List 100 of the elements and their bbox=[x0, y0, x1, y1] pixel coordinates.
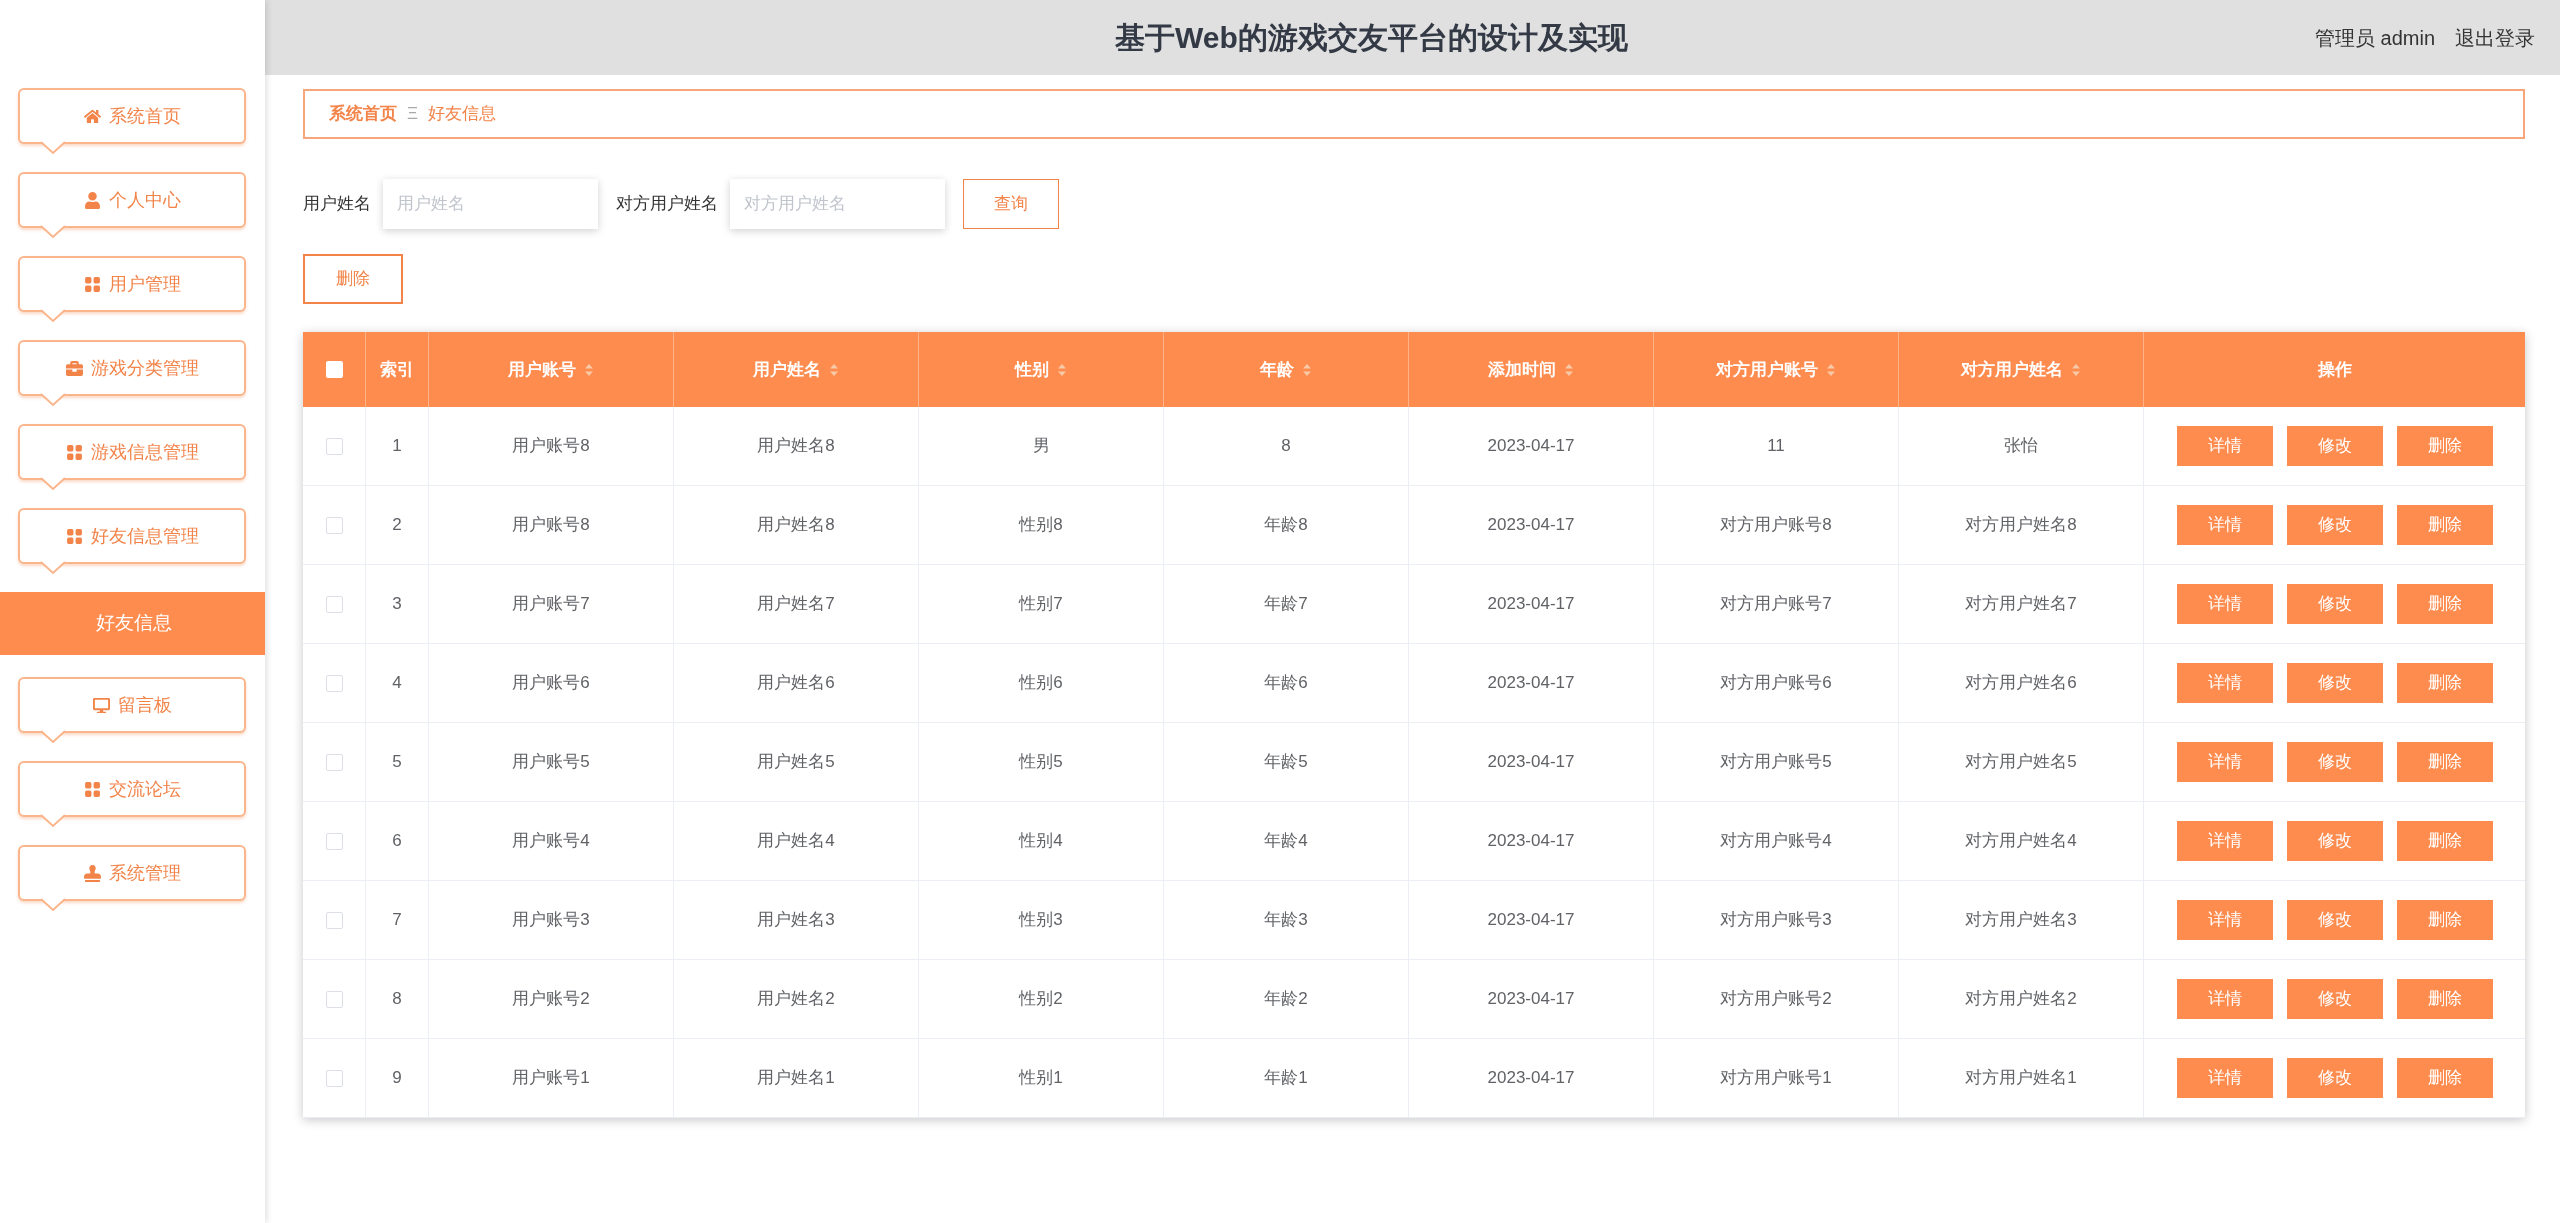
speech-tail-icon bbox=[40, 393, 66, 407]
action-button[interactable]: 删除 bbox=[2396, 821, 2493, 861]
sidebar-item[interactable]: 好友信息管理 bbox=[18, 508, 246, 564]
grid-icon bbox=[65, 443, 83, 461]
table-cell-text: 用户姓名2 bbox=[757, 988, 835, 1011]
sidebar-item[interactable]: 系统首页 bbox=[18, 88, 246, 144]
action-button[interactable]: 修改 bbox=[2286, 979, 2383, 1019]
action-button[interactable]: 详情 bbox=[2176, 584, 2273, 624]
speech-tail-icon bbox=[40, 814, 66, 828]
column-header: 用户账号 bbox=[508, 358, 576, 381]
monitor-icon bbox=[92, 696, 110, 714]
sort-icon[interactable] bbox=[1302, 362, 1312, 377]
action-button[interactable]: 删除 bbox=[2396, 505, 2493, 545]
breadcrumb-link[interactable]: 系统首页 bbox=[329, 101, 397, 127]
row-checkbox[interactable] bbox=[325, 1069, 343, 1087]
action-button[interactable]: 删除 bbox=[2396, 742, 2493, 782]
grid-icon bbox=[83, 275, 101, 293]
table-cell-text: 用户姓名7 bbox=[757, 593, 835, 616]
search-button[interactable]: 查询 bbox=[963, 179, 1059, 229]
speech-tail-icon bbox=[40, 309, 66, 323]
table-cell-text: 6 bbox=[392, 830, 402, 853]
table-cell-text: 对方用户账号4 bbox=[1720, 830, 1832, 853]
action-button[interactable]: 详情 bbox=[2176, 426, 2273, 466]
action-button[interactable]: 修改 bbox=[2286, 900, 2383, 940]
sidebar-item[interactable]: 用户管理 bbox=[18, 256, 246, 312]
table-cell-text: 用户账号7 bbox=[512, 593, 590, 616]
sidebar-item[interactable]: 系统管理 bbox=[18, 845, 246, 901]
sidebar-item[interactable]: 交流论坛 bbox=[18, 761, 246, 817]
sort-icon[interactable] bbox=[1826, 362, 1836, 377]
table-cell-text: 年龄8 bbox=[1264, 514, 1308, 537]
table-cell-text: 对方用户姓名5 bbox=[1965, 751, 2077, 774]
action-button[interactable]: 详情 bbox=[2176, 821, 2273, 861]
briefcase-icon bbox=[65, 359, 83, 377]
table-cell-text: 用户账号4 bbox=[512, 830, 590, 853]
table-cell-text: 2023-04-17 bbox=[1487, 593, 1575, 616]
table-cell-text: 对方用户账号1 bbox=[1720, 1067, 1832, 1090]
row-checkbox[interactable] bbox=[325, 990, 343, 1008]
action-button[interactable]: 详情 bbox=[2176, 505, 2273, 545]
action-button[interactable]: 详情 bbox=[2176, 742, 2273, 782]
search-field[interactable]: 用户姓名 bbox=[383, 179, 598, 229]
table-cell-text: 2023-04-17 bbox=[1487, 909, 1575, 932]
column-header: 索引 bbox=[380, 358, 414, 381]
action-button[interactable]: 删除 bbox=[2396, 900, 2493, 940]
action-button[interactable]: 详情 bbox=[2176, 1058, 2273, 1098]
sidebar-item[interactable]: 游戏分类管理 bbox=[18, 340, 246, 396]
user-icon bbox=[83, 191, 101, 209]
select-all-checkbox[interactable] bbox=[325, 361, 343, 378]
action-button[interactable]: 修改 bbox=[2286, 821, 2383, 861]
table-cell-text: 年龄4 bbox=[1264, 830, 1308, 853]
sidebar-subitem[interactable]: 好友信息 bbox=[0, 592, 265, 655]
table-cell-text: 对方用户账号3 bbox=[1720, 909, 1832, 932]
row-checkbox[interactable] bbox=[325, 911, 343, 929]
table-cell-text: 用户姓名3 bbox=[757, 909, 835, 932]
action-button[interactable]: 详情 bbox=[2176, 663, 2273, 703]
table-cell-text: 对方用户账号8 bbox=[1720, 514, 1832, 537]
table-cell-text: 7 bbox=[392, 909, 402, 932]
row-checkbox[interactable] bbox=[325, 753, 343, 771]
action-button[interactable]: 删除 bbox=[2396, 1058, 2493, 1098]
sidebar-item[interactable]: 留言板 bbox=[18, 677, 246, 733]
grid-icon bbox=[65, 527, 83, 545]
action-button[interactable]: 修改 bbox=[2286, 426, 2383, 466]
action-button[interactable]: 删除 bbox=[2396, 663, 2493, 703]
action-button[interactable]: 详情 bbox=[2176, 979, 2273, 1019]
action-button[interactable]: 修改 bbox=[2286, 663, 2383, 703]
action-button[interactable]: 修改 bbox=[2286, 584, 2383, 624]
speech-tail-icon bbox=[40, 561, 66, 575]
search-field[interactable]: 对方用户姓名 bbox=[730, 179, 945, 229]
sort-icon[interactable] bbox=[1564, 362, 1574, 377]
sidebar-item[interactable]: 个人中心 bbox=[18, 172, 246, 228]
table-cell-text: 用户账号3 bbox=[512, 909, 590, 932]
logout-link[interactable]: 退出登录 bbox=[2455, 22, 2535, 53]
table-cell-text: 对方用户账号2 bbox=[1720, 988, 1832, 1011]
row-checkbox[interactable] bbox=[325, 832, 343, 850]
sort-icon[interactable] bbox=[2071, 362, 2081, 377]
action-button[interactable]: 删除 bbox=[2396, 426, 2493, 466]
table-cell-text: 用户账号5 bbox=[512, 751, 590, 774]
sidebar-item[interactable]: 游戏信息管理 bbox=[18, 424, 246, 480]
table-cell-text: 用户姓名6 bbox=[757, 672, 835, 695]
row-checkbox[interactable] bbox=[325, 674, 343, 692]
action-button[interactable]: 修改 bbox=[2286, 505, 2383, 545]
row-checkbox[interactable] bbox=[325, 516, 343, 534]
row-checkbox[interactable] bbox=[325, 595, 343, 613]
table-cell-text: 性别3 bbox=[1019, 909, 1063, 932]
sort-icon[interactable] bbox=[829, 362, 839, 377]
action-button[interactable]: 删除 bbox=[2396, 584, 2493, 624]
table-cell-text: 5 bbox=[392, 751, 402, 774]
action-button[interactable]: 修改 bbox=[2286, 1058, 2383, 1098]
table-cell-text: 对方用户姓名1 bbox=[1965, 1067, 2077, 1090]
speech-tail-icon bbox=[40, 141, 66, 155]
row-checkbox[interactable] bbox=[325, 437, 343, 455]
speech-tail-icon bbox=[40, 898, 66, 912]
table-cell-text: 年龄2 bbox=[1264, 988, 1308, 1011]
table-cell-text: 2023-04-17 bbox=[1487, 988, 1575, 1011]
action-button[interactable]: 删除 bbox=[2396, 979, 2493, 1019]
sort-icon[interactable] bbox=[584, 362, 594, 377]
delete-button[interactable]: 删除 bbox=[303, 254, 403, 304]
table-cell-text: 用户姓名1 bbox=[757, 1067, 835, 1090]
action-button[interactable]: 修改 bbox=[2286, 742, 2383, 782]
sort-icon[interactable] bbox=[1057, 362, 1067, 377]
action-button[interactable]: 详情 bbox=[2176, 900, 2273, 940]
